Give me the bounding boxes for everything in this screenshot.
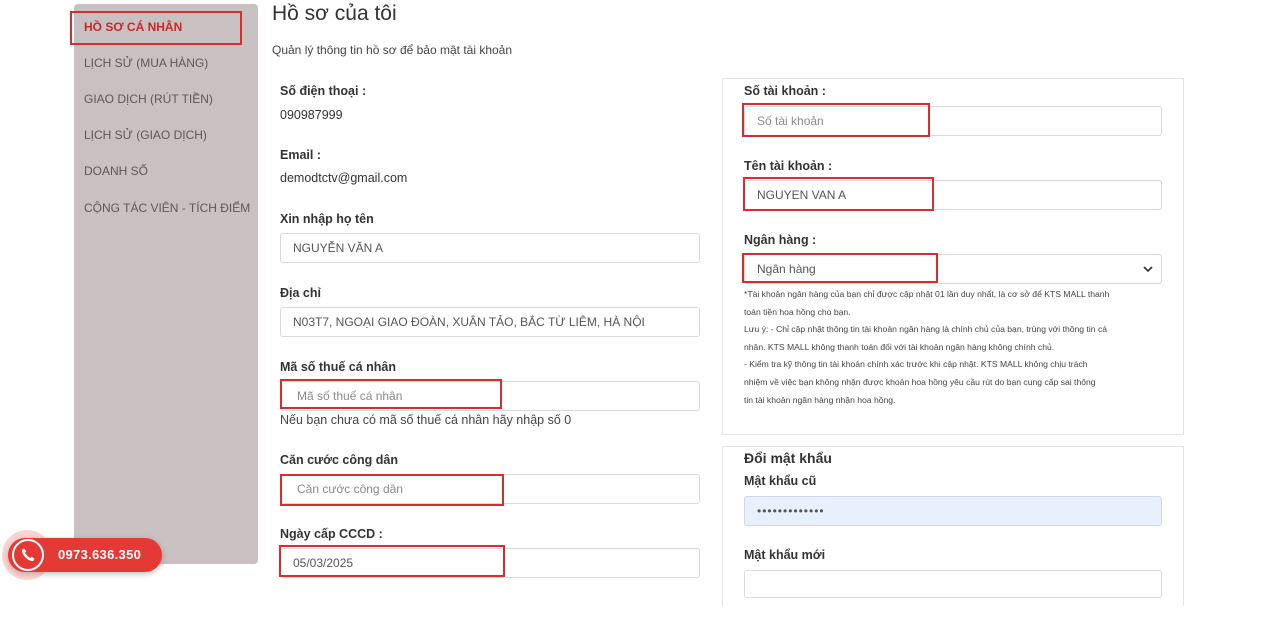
phone-icon xyxy=(12,539,44,571)
sidebar-item-profile[interactable]: HỒ SƠ CÁ NHÂN xyxy=(84,20,182,34)
hotline-button[interactable]: 0973.636.350 xyxy=(2,530,162,580)
sidebar: HỒ SƠ CÁ NHÂN LỊCH SỬ (MUA HÀNG) GIAO DỊ… xyxy=(70,4,258,564)
hotline-number: 0973.636.350 xyxy=(58,547,142,562)
address-label: Địa chỉ xyxy=(280,286,321,300)
full-name-input[interactable] xyxy=(280,233,700,263)
email-label: Email : xyxy=(280,148,321,162)
bank-note-line: Lưu ý: - Chỉ cập nhật thông tin tài khoả… xyxy=(744,324,1108,335)
change-password-title: Đổi mật khẩu xyxy=(744,450,832,466)
new-password-input[interactable] xyxy=(744,570,1162,598)
account-number-input[interactable] xyxy=(744,106,1162,136)
citizen-id-date-input[interactable] xyxy=(280,548,700,578)
bank-note-line: *Tài khoản ngân hàng của bạn chỉ được cậ… xyxy=(744,289,1110,299)
account-number-label: Số tài khoản : xyxy=(744,84,826,98)
phone-value: 090987999 xyxy=(280,108,343,122)
sidebar-item-affiliate-points[interactable]: CỘNG TÁC VIÊN - TÍCH ĐIỂM xyxy=(84,201,250,215)
phone-label: Số điện thoại : xyxy=(280,84,367,98)
tax-code-label: Mã số thuế cá nhân xyxy=(280,360,396,374)
address-input[interactable] xyxy=(280,307,700,337)
bank-note-line: nhân. KTS MALL không thanh toán đối với … xyxy=(744,341,1055,352)
bank-note-line: - Kiểm tra kỹ thông tin tài khoản chính … xyxy=(744,359,1088,370)
bank-notes: *Tài khoản ngân hàng của bạn chỉ được cậ… xyxy=(744,286,1164,409)
account-name-input[interactable] xyxy=(744,180,1162,210)
sidebar-item-purchase-history[interactable]: LỊCH SỬ (MUA HÀNG) xyxy=(84,56,208,70)
old-password-label: Mật khẩu cũ xyxy=(744,474,817,488)
tax-code-hint: Nếu bạn chưa có mã số thuế cá nhân hãy n… xyxy=(280,413,572,427)
tax-code-input[interactable] xyxy=(280,381,700,411)
chevron-down-icon xyxy=(1143,266,1153,273)
citizen-id-date-label: Ngày cấp CCCD : xyxy=(280,527,383,541)
bank-note-line: tin tài khoản ngân hàng nhận hoa hồng. xyxy=(744,394,896,405)
email-value: demodtctv@gmail.com xyxy=(280,171,408,185)
bank-note-line: toán tiền hoa hồng cho bạn. xyxy=(744,306,851,317)
account-name-label: Tên tài khoản : xyxy=(744,159,833,173)
full-name-label: Xin nhập họ tên xyxy=(280,212,374,226)
bank-note-line: nhiệm về việc bạn không nhận được khoản … xyxy=(744,376,1096,387)
page-title: Hồ sơ của tôi xyxy=(272,2,397,25)
page-subtitle: Quản lý thông tin hồ sơ để bảo mật tài k… xyxy=(272,43,513,57)
sidebar-item-transaction-history[interactable]: LỊCH SỬ (GIAO DỊCH) xyxy=(84,128,207,142)
sidebar-item-withdrawals[interactable]: GIAO DỊCH (RÚT TIỀN) xyxy=(84,92,213,106)
bank-select[interactable]: Ngân hàng xyxy=(744,254,1162,284)
new-password-label: Mật khẩu mới xyxy=(744,548,826,562)
citizen-id-input[interactable] xyxy=(280,474,700,504)
bank-select-value: Ngân hàng xyxy=(757,262,816,276)
old-password-input[interactable] xyxy=(744,496,1162,526)
bank-label: Ngân hàng : xyxy=(744,233,817,247)
sidebar-item-sales[interactable]: DOANH SỐ xyxy=(84,164,148,178)
citizen-id-label: Căn cước công dân xyxy=(280,453,398,467)
